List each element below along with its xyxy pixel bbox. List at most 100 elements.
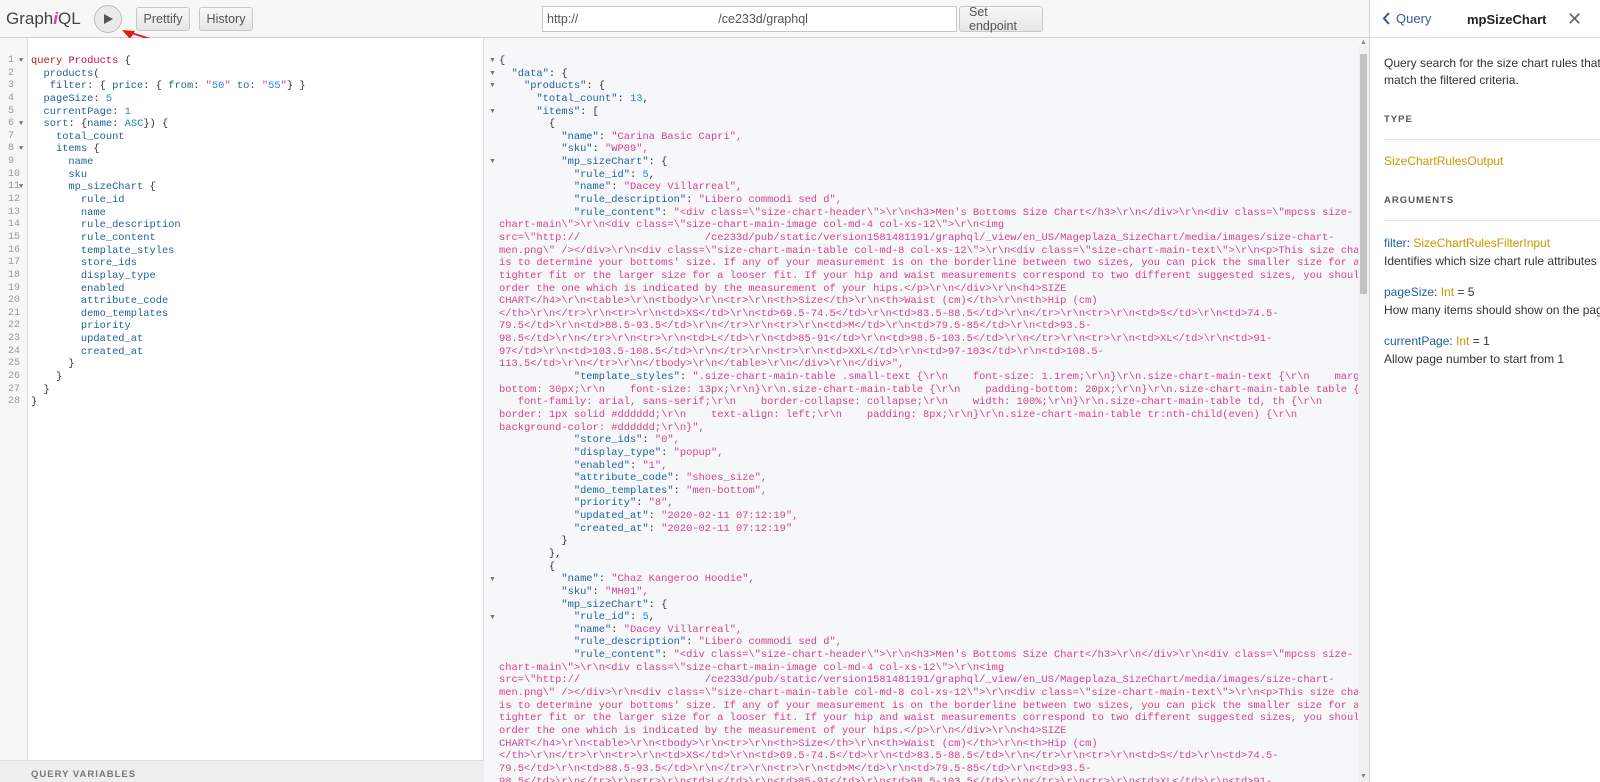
fold-arrow-icon[interactable]: ▼ <box>489 614 496 621</box>
toolbar: GraphiQL Prettify History http:// /ce233d… <box>0 0 1369 38</box>
result-line: "attribute_code": "shoes_size", <box>573 472 768 485</box>
query-line[interactable]: query Products { <box>31 55 306 68</box>
query-editor[interactable]: 1 ▼ 2 3 4 5 6 ▼ 7 8 ▼ 9 10 11 ▼ 12 13 14 15 16 17 18 19 20 21 22 2… <box>0 38 484 782</box>
query-line[interactable]: sku <box>31 169 306 182</box>
fold-arrow-icon[interactable]: ▼ <box>489 576 496 583</box>
fold-arrow-icon[interactable]: ▼ <box>19 118 23 131</box>
query-line[interactable]: name <box>31 156 306 169</box>
query-line[interactable]: } <box>31 384 306 397</box>
query-line[interactable]: demo_templates <box>31 308 306 321</box>
argument-type-link[interactable]: Int <box>1441 285 1454 299</box>
result-line: "name": "Dacey Villarreal", <box>573 623 743 636</box>
type-link[interactable]: SizeChartRulesOutput <box>1384 153 1600 170</box>
result-line: 98.5</td>\r\n</tr>\r\n<tr>\r\n<td>L</td>… <box>499 775 1273 782</box>
prettify-button[interactable]: Prettify <box>136 7 190 31</box>
fold-arrow-icon[interactable]: ▼ <box>489 82 496 89</box>
execute-query-button[interactable] <box>94 5 122 33</box>
line-number: 22 <box>8 320 21 332</box>
query-line[interactable]: rule_content <box>31 232 306 245</box>
line-number: 9 <box>8 156 15 168</box>
argument-description: Identifies which size chart rule attribu… <box>1384 254 1600 268</box>
query-line[interactable]: rule_id <box>31 194 306 207</box>
doc-description: Query search for the size chart rules th… <box>1384 56 1600 87</box>
chevron-left-icon <box>1382 12 1390 25</box>
query-line[interactable]: currentPage: 1 <box>31 106 306 119</box>
result-line: "sku": "MH01", <box>561 585 649 598</box>
endpoint-suffix: /ce233d/graphql <box>718 12 808 26</box>
argument-name[interactable]: currentPage <box>1384 334 1449 348</box>
query-line[interactable]: store_ids <box>31 257 306 270</box>
argument-name[interactable]: pageSize <box>1384 285 1434 299</box>
argument-description: How many items should show on the page. <box>1384 303 1600 317</box>
query-line[interactable]: } <box>31 396 306 409</box>
query-line[interactable]: sort: {name: ASC}) { <box>31 118 306 131</box>
query-line[interactable]: updated_at <box>31 333 306 346</box>
scroll-up-arrow-icon[interactable]: ▲ <box>1360 39 1367 46</box>
fold-arrow-icon[interactable]: ▼ <box>19 181 23 194</box>
line-number: 19 <box>8 282 21 294</box>
result-code: { "data": { "products": { "total_count":… <box>499 55 1369 782</box>
line-number: 10 <box>8 168 21 180</box>
query-code[interactable]: query Products { products( filter: { pri… <box>31 55 306 409</box>
query-line[interactable]: priority <box>31 320 306 333</box>
line-number: 25 <box>8 358 21 370</box>
argument-item: currentPage: Int = 1 Allow page number to… <box>1384 333 1600 368</box>
query-line[interactable]: total_count <box>31 131 306 144</box>
result-line: bottom: 30px;\r\n font-size: 13px;\r\n}\… <box>499 383 1369 396</box>
query-line[interactable]: items { <box>31 143 306 156</box>
result-line: "items": [ <box>536 105 599 118</box>
close-icon[interactable]: ✕ <box>1567 10 1582 28</box>
query-variables-toggle[interactable]: QUERY VARIABLES <box>0 760 484 782</box>
query-line[interactable]: products( <box>31 68 306 81</box>
arguments-list: filter: SizeChartRulesFilterInput Identif… <box>1384 235 1600 368</box>
type-heading: TYPE <box>1384 112 1600 140</box>
result-line: is to determine your bottoms' size. If a… <box>499 257 1360 270</box>
argument-type-link[interactable]: Int <box>1456 334 1469 348</box>
argument-name[interactable]: filter <box>1384 236 1407 250</box>
line-number: 5 <box>8 105 15 117</box>
result-line: "rule_content": "<div class=\"size-chart… <box>573 206 1354 219</box>
scrollbar-thumb[interactable] <box>1360 54 1367 294</box>
argument-signature: currentPage: Int = 1 <box>1384 333 1600 350</box>
query-line[interactable]: enabled <box>31 283 306 296</box>
result-line: "rule_content": "<div class=\"size-chart… <box>573 649 1354 662</box>
argument-default: = 1 <box>1469 333 1490 348</box>
query-line[interactable]: name <box>31 207 306 220</box>
query-line[interactable]: rule_description <box>31 219 306 232</box>
history-button[interactable]: History <box>199 7 253 31</box>
line-number: 21 <box>8 307 21 319</box>
graphiql-logo: GraphiQL <box>6 9 81 28</box>
query-line[interactable]: } <box>31 371 306 384</box>
query-line[interactable]: created_at <box>31 346 306 359</box>
line-number: 15 <box>8 231 21 243</box>
fold-arrow-icon[interactable]: ▼ <box>489 57 496 64</box>
result-scrollbar[interactable]: ▲ ▼ <box>1358 39 1369 782</box>
result-line: "name": "Carina Basic Capri", <box>561 130 743 143</box>
argument-type-link[interactable]: SizeChartRulesFilterInput <box>1413 236 1550 250</box>
endpoint-input[interactable]: http:// /ce233d/graphql <box>542 6 957 32</box>
query-line[interactable]: template_styles <box>31 245 306 258</box>
query-line[interactable]: attribute_code <box>31 295 306 308</box>
result-pane: ▼ ▼ ▼ ▼ ▼ ▼ ▼ { "data": { "products": { "total… <box>484 38 1369 782</box>
scroll-down-arrow-icon[interactable]: ▼ <box>1360 773 1367 780</box>
result-fold-gutter: ▼ ▼ ▼ ▼ ▼ ▼ ▼ <box>484 38 500 782</box>
play-icon <box>104 14 113 24</box>
result-line: order the one which is indicated by the … <box>499 282 1067 295</box>
query-line[interactable]: } <box>31 358 306 371</box>
query-line[interactable]: filter: { price: { from: "50" to: "55"} … <box>31 80 306 93</box>
fold-arrow-icon[interactable]: ▼ <box>19 143 23 156</box>
fold-arrow-icon[interactable]: ▼ <box>489 158 496 165</box>
fold-arrow-icon[interactable]: ▼ <box>489 70 496 77</box>
line-number: 16 <box>8 244 21 256</box>
query-line[interactable]: mp_sizeChart { <box>31 181 306 194</box>
query-line[interactable]: pageSize: 5 <box>31 93 306 106</box>
result-line: men.png\" /></div>\r\n<div class=\"size-… <box>499 244 1369 257</box>
set-endpoint-button[interactable]: Set endpoint <box>959 5 1043 33</box>
result-line: CHART</h4>\r\n<table>\r\n<tbody>\r\n<tr>… <box>499 295 1098 308</box>
line-numbers: 1 ▼ 2 3 4 5 6 ▼ 7 8 ▼ 9 10 11 ▼ 12 13 14 15 16 17 18 19 20 21 22 2… <box>0 55 28 409</box>
fold-arrow-icon[interactable]: ▼ <box>19 55 23 68</box>
result-line: "total_count": 13, <box>536 92 649 105</box>
query-line[interactable]: display_type <box>31 270 306 283</box>
fold-arrow-icon[interactable]: ▼ <box>489 108 496 115</box>
doc-back-button[interactable]: Query <box>1382 11 1431 26</box>
